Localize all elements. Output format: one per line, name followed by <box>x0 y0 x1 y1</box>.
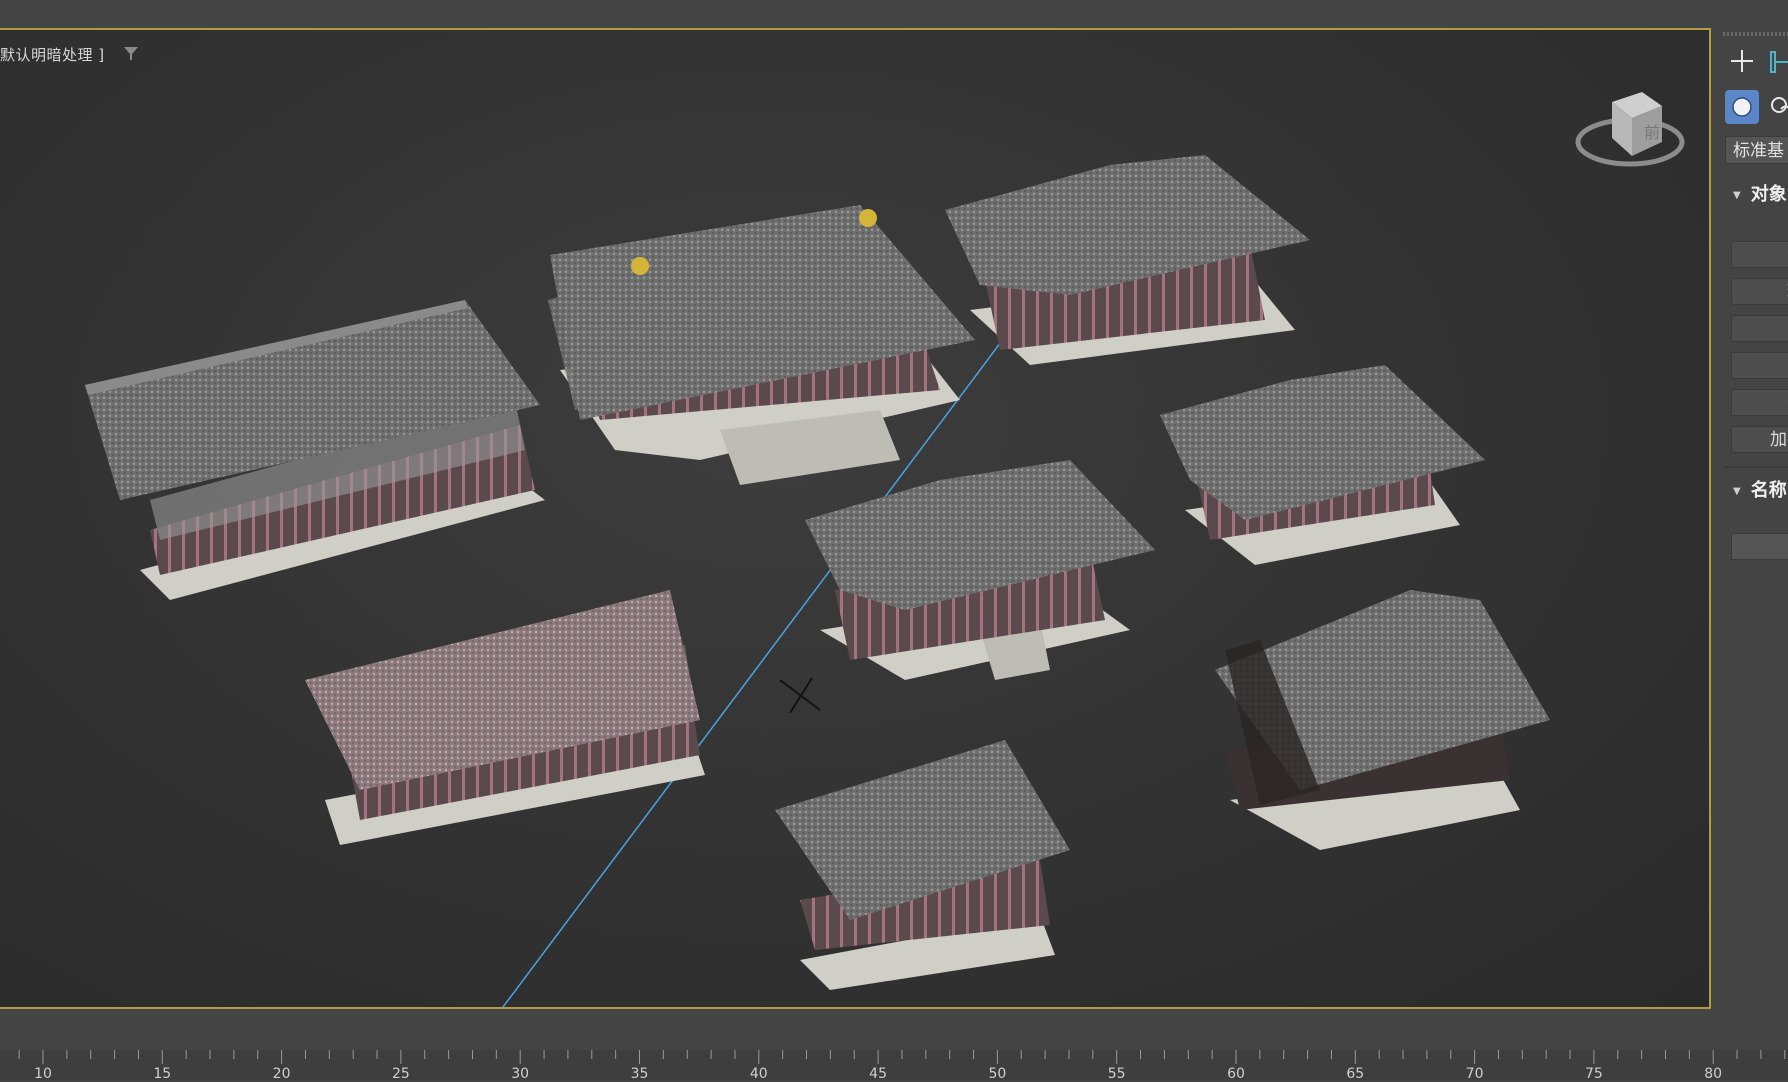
filter-icon[interactable] <box>122 44 140 62</box>
sphere-icon <box>1732 97 1752 117</box>
primitive-button-6[interactable]: 加强 <box>1731 426 1788 453</box>
category-dropdown[interactable]: 标准基 <box>1725 136 1788 164</box>
ruler-ticks <box>18 1050 1786 1064</box>
primitive-button-4[interactable]: 圆 <box>1731 352 1788 379</box>
object-type-rollout[interactable]: ▼ 对象 <box>1725 180 1788 210</box>
building-pavilion-right[interactable] <box>1160 365 1485 565</box>
collapse-triangle-icon: ▼ <box>1733 485 1741 497</box>
plus-icon <box>1731 50 1753 72</box>
building-hall-lower-right[interactable] <box>1215 590 1550 850</box>
building-long-hall[interactable] <box>85 300 545 600</box>
viewcube-face-label: 前 <box>1644 123 1660 142</box>
primitive-button-2[interactable]: 球 <box>1731 278 1788 305</box>
create-tab-button[interactable] <box>1725 44 1759 78</box>
crosshair-cursor <box>779 677 821 714</box>
building-pavilion-upper[interactable] <box>945 155 1310 365</box>
panel-divider <box>1725 466 1788 468</box>
building-pink-hall[interactable] <box>305 590 705 845</box>
building-small-hall[interactable] <box>775 740 1070 990</box>
primitive-button-1[interactable]: 长 <box>1731 241 1788 268</box>
primitive-button-5[interactable]: 茶 <box>1731 389 1788 416</box>
name-color-rollout[interactable]: ▼ 名称 <box>1725 476 1788 506</box>
building-main-hall[interactable] <box>548 205 975 485</box>
building-pavilion-center[interactable] <box>805 460 1155 680</box>
geometry-button[interactable] <box>1725 90 1759 124</box>
command-panel: 标准基 ▼ 对象 长 球 圆 圆 茶 加强 ▼ 名称 <box>1711 28 1788 1028</box>
collapse-triangle-icon: ▼ <box>1733 189 1741 201</box>
shapes-button[interactable] <box>1769 92 1788 122</box>
time-slider-ruler[interactable]: 10 15 20 25 30 35 40 45 50 55 60 65 70 75 80 <box>0 1050 1788 1082</box>
viewport-shading-label[interactable]: 默认明暗处理 ] <box>0 44 105 65</box>
top-toolbar <box>0 0 1788 28</box>
primitive-button-3[interactable]: 圆 <box>1731 315 1788 342</box>
scene-canvas[interactable] <box>0 30 1711 1009</box>
hierarchy-tab-button[interactable] <box>1769 48 1788 76</box>
hierarchy-icon <box>1770 51 1788 73</box>
shapes-icon <box>1771 97 1788 113</box>
panel-drag-strip[interactable] <box>1723 32 1788 36</box>
object-name-field[interactable] <box>1731 533 1788 560</box>
perspective-viewport[interactable]: 默认明暗处理 ] 前 <box>0 28 1711 1009</box>
viewcube-icon[interactable]: 前 <box>1570 72 1690 182</box>
object-type-title: 对象 <box>1750 184 1787 205</box>
name-color-title: 名称 <box>1750 480 1787 501</box>
